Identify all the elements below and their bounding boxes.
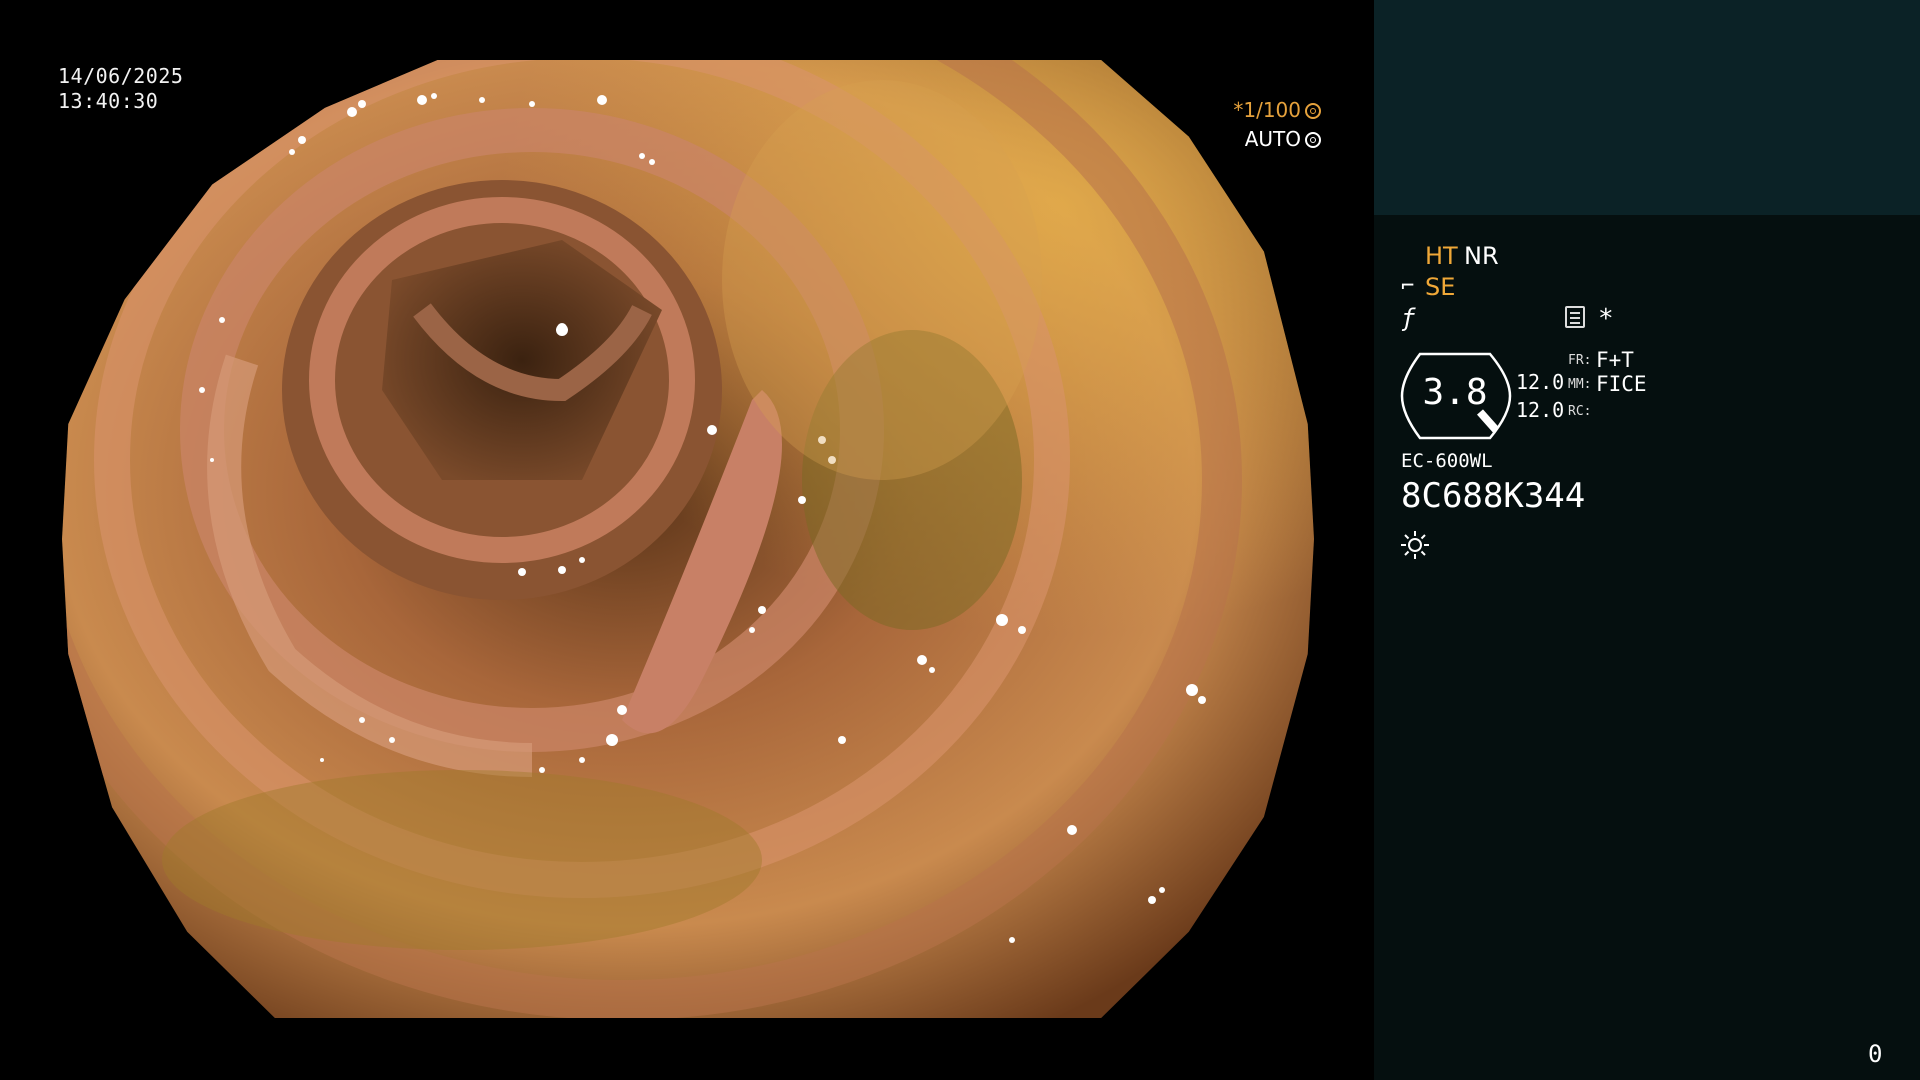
datetime-display: 14/06/2025 13:40:30 <box>58 64 183 114</box>
exposure-mode: AUTO <box>1245 127 1321 151</box>
frame-counter: 0 <box>1868 1040 1883 1068</box>
time-text: 13:40:30 <box>58 89 159 113</box>
mode-text: AUTO <box>1244 127 1301 151</box>
panel-header <box>1374 0 1920 215</box>
enhance-icon: ⌐ <box>1401 274 1415 299</box>
endoscope-image <box>62 60 1314 1018</box>
scope-serial: 8C688K344 <box>1401 476 1586 516</box>
scope-model: EC-600WL <box>1401 450 1493 472</box>
aperture-icon <box>1305 132 1321 148</box>
menu-icon <box>1565 306 1585 328</box>
row2-value: 12.0 <box>1516 398 1565 422</box>
aperture-icon <box>1305 103 1321 119</box>
rc-label: RC: <box>1568 404 1592 419</box>
function-icon: ƒ <box>1401 304 1416 332</box>
gauge-value: 3.8 <box>1422 372 1488 413</box>
mm-label: MM: <box>1568 377 1592 392</box>
shutter-text: *1/100 <box>1233 98 1301 122</box>
se-label: SE <box>1425 273 1456 301</box>
date-text: 14/06/2025 <box>58 64 184 88</box>
light-icon <box>1401 531 1429 559</box>
mm-value: FICE <box>1596 372 1647 396</box>
shutter-speed: *1/100 <box>1233 98 1321 122</box>
info-panel <box>1374 215 1920 1080</box>
endoscope-view <box>62 60 1314 1018</box>
fr-label: FR: <box>1568 353 1592 368</box>
fr-value: F+T <box>1596 348 1634 372</box>
nr-label: NR <box>1464 242 1499 270</box>
ht-label: HT <box>1425 242 1458 270</box>
star-indicator: * <box>1598 304 1614 334</box>
row1-value: 12.0 <box>1516 370 1565 394</box>
